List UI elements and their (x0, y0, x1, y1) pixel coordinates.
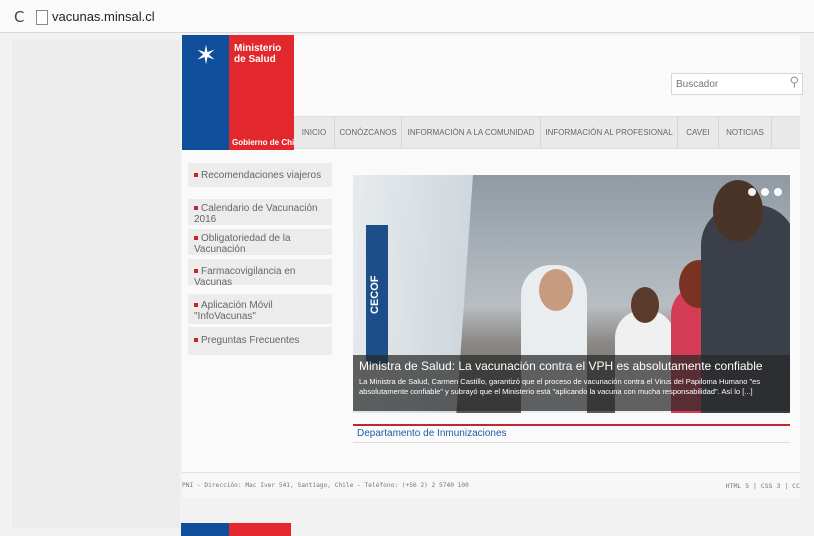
slider-dot[interactable] (761, 188, 769, 196)
footer-address: PNI - Dirección: Mac Iver 541, Santiago,… (182, 482, 469, 489)
coat-of-arms-icon: ✶ (195, 41, 217, 71)
slider-caption: Ministra de Salud: La vacunación contra … (353, 355, 790, 411)
sidebar-item-aplicacion-movil[interactable]: Aplicación Móvil "InfoVacunas" (188, 294, 332, 324)
bottom-logo-partial (181, 523, 291, 536)
bullet-icon (194, 173, 198, 178)
slider-dot[interactable] (774, 188, 782, 196)
slider-dot[interactable] (748, 188, 756, 196)
nav-cavei[interactable]: CAVEI (678, 117, 719, 148)
sidebar-item-farmacovigilancia[interactable]: Farmacovigilancia en Vacunas (188, 259, 332, 288)
bullet-icon (194, 269, 198, 274)
section-header: Departamento de Inmunizaciones (353, 424, 790, 443)
address-bar[interactable]: vacunas.minsal.cl (52, 9, 155, 24)
logo-government-text: Gobierno de Chile (232, 138, 301, 147)
ministry-logo[interactable]: ✶ Ministerio de Salud Gobierno de Chile (182, 35, 301, 150)
sidebar-item-calendario[interactable]: Calendario de Vacunación 2016 (188, 199, 332, 225)
main-nav: INICIO CONÓZCANOS INFORMACIÓN A LA COMUN… (294, 116, 800, 149)
news-slider[interactable]: CECOF Ministra de Salud: La vacunación c… (353, 175, 790, 413)
left-background-panel (12, 40, 180, 528)
sidebar-item-preguntas[interactable]: Preguntas Frecuentes (188, 327, 332, 355)
page-container: ✶ Ministerio de Salud Gobierno de Chile … (182, 35, 803, 498)
bullet-icon (194, 206, 198, 211)
nav-inicio[interactable]: INICIO (294, 117, 335, 148)
search-icon[interactable]: ⚲ (789, 75, 799, 90)
slider-description: La Ministra de Salud, Carmen Castillo, g… (359, 377, 761, 396)
sidebar-item-recomendaciones[interactable]: Recomendaciones viajeros (188, 163, 332, 187)
search-input[interactable] (672, 75, 776, 94)
slider-pagination (743, 183, 782, 201)
footer: PNI - Dirección: Mac Iver 541, Santiago,… (182, 472, 800, 498)
sidebar-item-obligatoriedad[interactable]: Obligatoriedad de la Vacunación (188, 229, 332, 255)
search-box: ⚲ (671, 73, 803, 95)
logo-ministry-text: Ministerio de Salud (234, 43, 282, 65)
nav-noticias[interactable]: NOTICIAS (719, 117, 772, 148)
browser-toolbar: C vacunas.minsal.cl (0, 0, 814, 33)
reload-icon[interactable]: C (14, 8, 24, 26)
bullet-icon (194, 303, 198, 308)
nav-conozcanos[interactable]: CONÓZCANOS (335, 117, 402, 148)
bullet-icon (194, 236, 198, 241)
slider-title[interactable]: Ministra de Salud: La vacunación contra … (359, 359, 763, 373)
bullet-icon (194, 338, 198, 343)
slider-photo-text: CECOF (369, 275, 381, 315)
nav-informacion-profesional[interactable]: INFORMACIÓN AL PROFESIONAL (541, 117, 678, 148)
page-icon (36, 10, 48, 25)
nav-informacion-comunidad[interactable]: INFORMACIÓN A LA COMUNIDAD (402, 117, 541, 148)
footer-tech: HTML 5 | CSS 3 | CC (725, 482, 800, 490)
section-title-link[interactable]: Departamento de Inmunizaciones (357, 428, 507, 439)
